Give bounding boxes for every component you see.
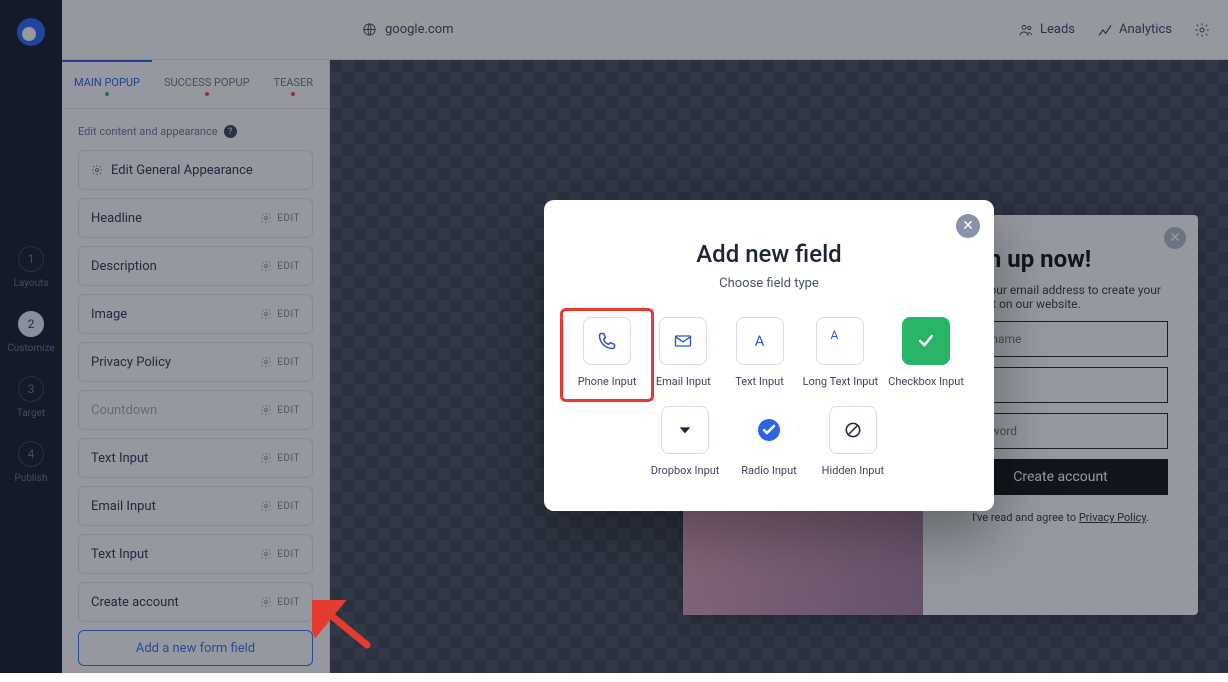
- modal-subtitle: Choose field type: [574, 276, 964, 291]
- add-field-modal: ✕ Add new field Choose field type Phone …: [544, 200, 994, 511]
- field-type-text-input[interactable]: AText Input: [735, 317, 784, 388]
- field-type-checkbox-input[interactable]: Checkbox Input: [888, 317, 964, 388]
- modal-title: Add new field: [574, 240, 964, 268]
- field-type-dropbox-input[interactable]: Dropbox Input: [651, 406, 720, 477]
- field-type-phone-input[interactable]: Phone Input: [578, 317, 637, 388]
- field-type-hidden-input[interactable]: Hidden Input: [822, 406, 884, 477]
- field-type-radio-input[interactable]: Radio Input: [741, 406, 797, 477]
- modal-close-button[interactable]: ✕: [956, 214, 980, 238]
- field-type-email-input[interactable]: Email Input: [656, 317, 711, 388]
- field-type-long-text-input[interactable]: ALong Text Input: [803, 317, 879, 388]
